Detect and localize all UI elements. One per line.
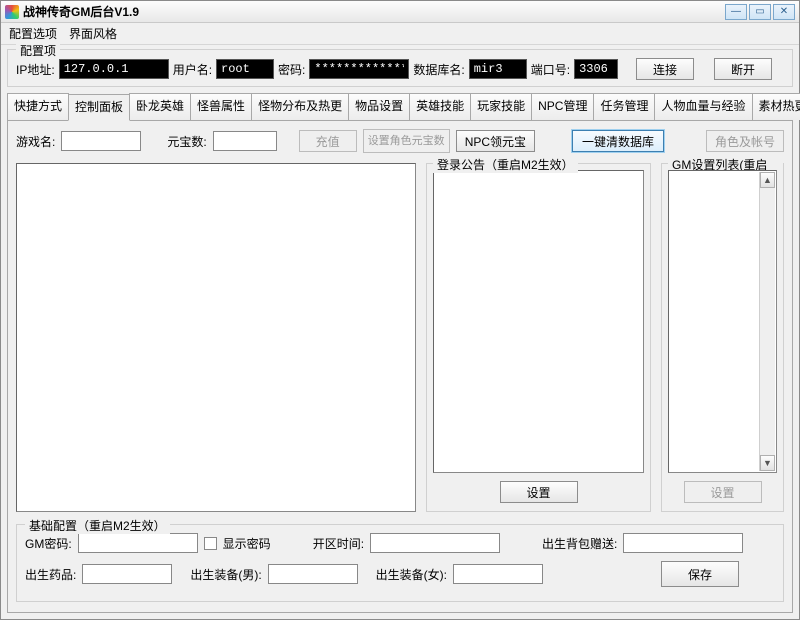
gm-list-group: GM设置列表(重启M2) ▲ ▼ 设置 [661,163,784,512]
game-label: 游戏名: [16,133,55,150]
tab-hero-skill[interactable]: 英雄技能 [409,93,471,120]
birth-med-input[interactable] [82,564,172,584]
birth-eq-m-input[interactable] [268,564,358,584]
main-list-box[interactable] [16,163,416,512]
pwd-label: 密码: [278,61,305,78]
tab-task-manage[interactable]: 任务管理 [593,93,655,120]
open-time-input[interactable] [370,533,500,553]
tab-npc-manage[interactable]: NPC管理 [531,93,594,120]
tab-panel: 游戏名: 元宝数: 充值 设置角色元宝数 NPC领元宝 一键清数据库 角色及帐号… [7,120,793,613]
user-input[interactable] [216,59,274,79]
show-pwd-label: 显示密码 [223,535,271,552]
tab-player-skill[interactable]: 玩家技能 [470,93,532,120]
tab-monster-attr[interactable]: 怪兽属性 [190,93,252,120]
basic-config-legend: 基础配置（重启M2生效） [25,517,170,534]
db-label: 数据库名: [413,61,464,78]
maximize-button[interactable]: ▭ [749,4,771,20]
gm-list-area[interactable]: ▲ ▼ [668,170,777,473]
connection-legend: 配置项 [16,42,60,59]
login-notice-legend: 登录公告（重启M2生效） [433,156,578,173]
pwd-input[interactable] [309,59,409,79]
basic-config-group: 基础配置（重启M2生效） GM密码: 显示密码 开区时间: 出生背包赠送: 出生… [16,524,784,602]
birth-eq-f-input[interactable] [453,564,543,584]
tab-control-panel[interactable]: 控制面板 [68,94,130,121]
scroll-up-icon[interactable]: ▲ [760,172,775,188]
window-title: 战神传奇GM后台V1.9 [23,3,725,20]
close-button[interactable]: ✕ [773,4,795,20]
connection-group: 配置项 IP地址: 用户名: 密码: 数据库名: 端口号: 连接 断开 [7,49,793,87]
login-notice-area[interactable] [433,170,644,473]
port-label: 端口号: [531,61,570,78]
menu-config[interactable]: 配置选项 [9,25,57,42]
open-time-label: 开区时间: [313,535,364,552]
menu-bar: 配置选项 界面风格 [1,23,799,45]
gold-label: 元宝数: [167,133,206,150]
db-input[interactable] [469,59,527,79]
tab-hp-exp[interactable]: 人物血量与经验 [654,93,752,120]
birth-bag-input[interactable] [623,533,743,553]
gm-pwd-input[interactable] [78,533,198,553]
game-input[interactable] [61,131,141,151]
tab-monster-dist[interactable]: 怪物分布及热更 [251,93,349,120]
port-input[interactable] [574,59,618,79]
app-window: 战神传奇GM后台V1.9 ― ▭ ✕ 配置选项 界面风格 配置项 IP地址: 用… [0,0,800,620]
show-pwd-checkbox[interactable] [204,537,217,550]
tab-wolong-hero[interactable]: 卧龙英雄 [129,93,191,120]
npc-gold-button[interactable]: NPC领元宝 [456,130,535,152]
tab-item-setting[interactable]: 物品设置 [348,93,410,120]
birth-eq-f-label: 出生装备(女): [376,566,447,583]
minimize-button[interactable]: ― [725,4,747,20]
disconnect-button[interactable]: 断开 [714,58,772,80]
connect-button[interactable]: 连接 [636,58,694,80]
user-label: 用户名: [173,61,212,78]
birth-bag-label: 出生背包赠送: [542,535,617,552]
scroll-down-icon[interactable]: ▼ [760,455,775,471]
gm-list-scrollbar[interactable]: ▲ ▼ [759,172,775,471]
birth-eq-m-label: 出生装备(男): [190,566,261,583]
gm-list-set-button[interactable]: 设置 [684,481,762,503]
birth-med-label: 出生药品: [25,566,76,583]
gold-input[interactable] [213,131,277,151]
clear-db-button[interactable]: 一键清数据库 [572,130,664,152]
title-bar: 战神传奇GM后台V1.9 ― ▭ ✕ [1,1,799,23]
menu-style[interactable]: 界面风格 [69,25,117,42]
tab-shortcut[interactable]: 快捷方式 [7,93,69,120]
login-notice-set-button[interactable]: 设置 [500,481,578,503]
login-notice-group: 登录公告（重启M2生效） 设置 [426,163,651,512]
role-acct-button[interactable]: 角色及帐号 [706,130,784,152]
gm-pwd-label: GM密码: [25,535,72,552]
tab-strip: 快捷方式 控制面板 卧龙英雄 怪兽属性 怪物分布及热更 物品设置 英雄技能 玩家… [7,93,793,120]
app-icon [5,5,19,19]
set-role-gold-button[interactable]: 设置角色元宝数 [363,129,450,153]
ip-input[interactable] [59,59,169,79]
ip-label: IP地址: [16,61,55,78]
save-button[interactable]: 保存 [661,561,739,587]
recharge-button[interactable]: 充值 [299,130,357,152]
tab-asset-hotfix[interactable]: 素材热更 [752,93,800,120]
